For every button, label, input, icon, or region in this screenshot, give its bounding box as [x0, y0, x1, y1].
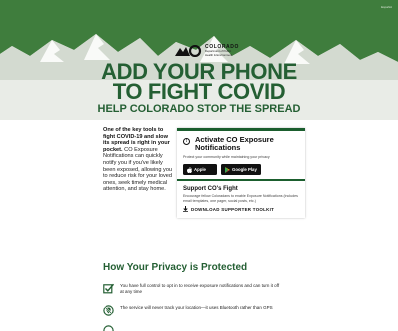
location-off-icon [103, 305, 114, 316]
google-play-label: Google Play [232, 167, 257, 172]
activate-desc: Protect your community while maintaining… [183, 155, 270, 159]
privacy-item-text: You have full control to opt in to recei… [120, 283, 280, 294]
headline-line-2: TO FIGHT COVID [112, 79, 286, 104]
apple-icon [187, 166, 192, 173]
colorado-cdphe-logo[interactable]: COLORADO Department of Public Health & E… [174, 44, 264, 58]
google-play-button[interactable]: Google Play [221, 164, 261, 175]
store-badges: Apple Google Play [183, 164, 299, 175]
intro-paragraph: One of the key tools to fight COVID-19 a… [103, 127, 173, 193]
checkbox-icon [103, 283, 114, 294]
privacy-item: The service will never track your locati… [103, 305, 280, 316]
privacy-heading: How Your Privacy is Protected [103, 262, 248, 273]
headline-tagline: HELP COLORADO STOP THE SPREAD [97, 103, 301, 115]
activate-section: ! Activate CO Exposure Notifications Pro… [177, 128, 305, 179]
support-section: Support CO's Fight Encourage fellow Colo… [177, 181, 305, 218]
privacy-icon [103, 325, 114, 331]
download-icon [183, 206, 188, 213]
language-link[interactable]: Español [381, 5, 392, 9]
support-title: Support CO's Fight [183, 186, 238, 192]
privacy-item: You have full control to opt in to recei… [103, 283, 280, 294]
colorado-c-logo-icon [175, 45, 202, 57]
google-play-icon [225, 166, 230, 173]
download-toolkit-label: DOWNLOAD SUPPORTER TOOLKIT [191, 206, 275, 212]
app-store-button[interactable]: Apple [183, 164, 217, 175]
privacy-item-partial [103, 325, 120, 331]
intro-text: CO Exposure Notifications can quickly no… [103, 146, 173, 193]
activate-title: Activate CO Exposure Notifications [195, 135, 274, 152]
activate-card: ! Activate CO Exposure Notifications Pro… [177, 128, 305, 219]
download-toolkit-link[interactable]: DOWNLOAD SUPPORTER TOOLKIT [183, 206, 299, 213]
info-icon: ! [183, 138, 190, 145]
headline: ADD YOUR PHONE TO FIGHT COVID HELP COLOR… [0, 61, 398, 116]
support-desc: Encourage fellow Coloradans to enable Ex… [183, 194, 298, 203]
logo-sub-2: Health & Environment [205, 52, 233, 57]
logo-text: COLORADO Department of Public Health & E… [205, 45, 239, 57]
app-store-label: Apple [194, 167, 206, 172]
privacy-item-text: The service will never track your locati… [120, 305, 273, 310]
